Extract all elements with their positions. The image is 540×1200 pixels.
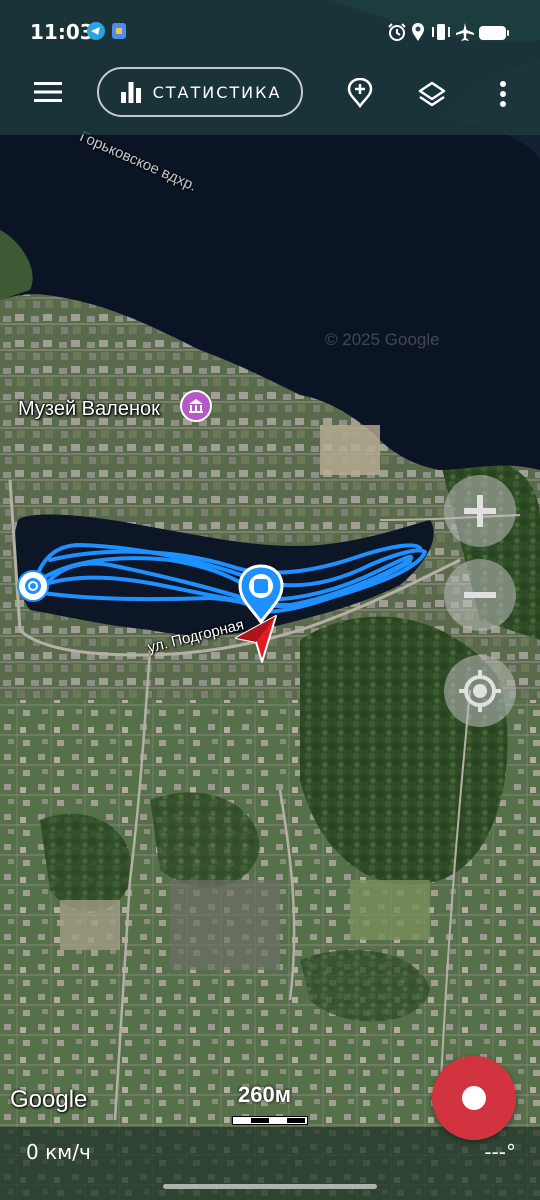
zoom-in-button[interactable] [444, 475, 516, 547]
museum-icon[interactable] [180, 390, 212, 422]
minus-icon [464, 592, 496, 598]
telegram-icon [87, 22, 105, 44]
layers-icon [418, 81, 446, 107]
alarm-icon [387, 22, 407, 46]
speed-readout: 0 км/ч [26, 1140, 91, 1164]
record-button[interactable] [432, 1056, 516, 1140]
track-start-marker[interactable] [17, 570, 49, 602]
record-dot-icon [462, 1086, 486, 1110]
heading-readout: ---° [484, 1140, 516, 1164]
zoom-out-button[interactable] [444, 559, 516, 631]
location-icon [411, 22, 425, 46]
layers-button[interactable] [412, 74, 452, 114]
status-bar: 11:03 [0, 0, 540, 64]
google-logo: Google [10, 1086, 88, 1113]
gesture-handle[interactable] [163, 1184, 377, 1189]
vibrate-icon [430, 22, 452, 46]
files-icon [110, 22, 128, 44]
scale-bar [232, 1116, 308, 1125]
plus-icon [464, 495, 496, 527]
hamburger-icon [34, 82, 62, 102]
battery-icon [478, 25, 510, 45]
more-options-button[interactable] [488, 74, 518, 114]
map-copyright: © 2025 Google [325, 330, 440, 349]
current-location-arrow [232, 612, 280, 664]
statistics-label: СТАТИСТИКА [152, 82, 282, 102]
airplane-icon [455, 22, 475, 46]
poi-label[interactable]: Музей Валенок [18, 398, 160, 421]
gps-target-icon [459, 670, 501, 712]
clock: 11:03 [30, 20, 94, 44]
add-location-icon [347, 78, 373, 108]
scale-label: 260м [238, 1082, 291, 1107]
more-vert-icon [500, 81, 506, 107]
menu-button[interactable] [28, 72, 68, 112]
bar-chart-icon [120, 82, 141, 103]
my-location-button[interactable] [444, 655, 516, 727]
statistics-button[interactable]: СТАТИСТИКА [97, 67, 303, 117]
add-point-button[interactable] [341, 74, 379, 112]
